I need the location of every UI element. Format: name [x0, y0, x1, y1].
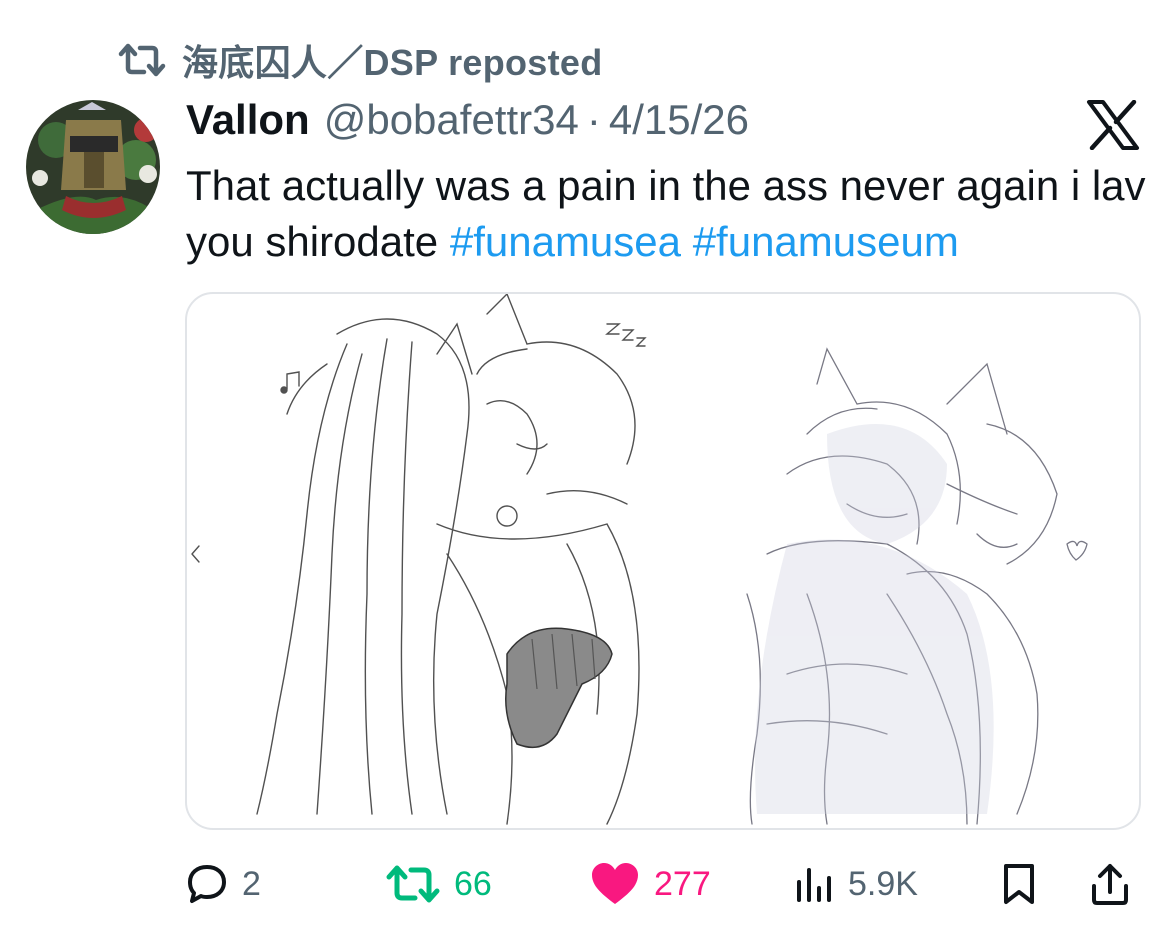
- reply-icon: [186, 863, 228, 905]
- retweet-button[interactable]: 66: [386, 860, 492, 908]
- views-count: 5.9K: [848, 864, 918, 903]
- avatar[interactable]: [26, 100, 160, 234]
- views-chart-icon: [794, 864, 834, 904]
- separator-dot: ·: [586, 96, 601, 143]
- bookmark-button[interactable]: [1000, 860, 1038, 908]
- bookmark-icon: [1000, 862, 1038, 906]
- reply-button[interactable]: 2: [186, 860, 261, 908]
- hashtag-link[interactable]: #funamuseum: [693, 218, 959, 265]
- retweet-icon: [386, 864, 440, 904]
- display-name[interactable]: Vallon: [186, 96, 310, 144]
- tweet-text: That actually was a pain in the ass neve…: [186, 158, 1156, 270]
- tweet-header: Vallon @bobafettr34 · 4/15/26: [186, 96, 749, 146]
- hashtag-link[interactable]: #funamusea: [450, 218, 681, 265]
- share-button[interactable]: [1090, 860, 1130, 908]
- user-handle[interactable]: @bobafettr34: [324, 96, 579, 144]
- tweet-date[interactable]: 4/15/26: [609, 96, 749, 144]
- repost-label: 海底囚人／DSP reposted: [182, 42, 603, 83]
- retweet-count: 66: [454, 864, 492, 903]
- views-button[interactable]: 5.9K: [794, 860, 918, 908]
- like-count: 277: [654, 864, 711, 903]
- heart-icon: [590, 862, 640, 906]
- reply-count: 2: [242, 864, 261, 903]
- share-icon: [1090, 862, 1130, 906]
- repost-indicator[interactable]: 海底囚人／DSP reposted: [118, 38, 603, 83]
- x-logo-icon: [1086, 99, 1140, 151]
- tweet-media-image[interactable]: [185, 292, 1141, 830]
- retweet-icon: [118, 42, 166, 78]
- like-button[interactable]: 277: [590, 860, 711, 908]
